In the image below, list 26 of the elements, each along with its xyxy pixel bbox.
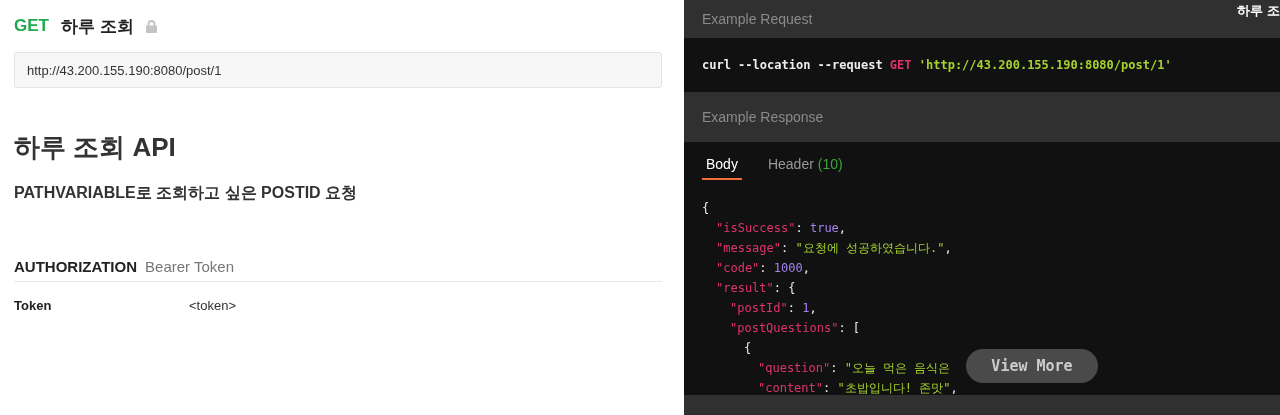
code-line: "code": 1000, — [716, 260, 810, 277]
request-name: 하루 조회 — [60, 15, 134, 38]
section-label: Example Response — [702, 109, 824, 125]
view-more-button[interactable]: View More — [966, 349, 1098, 383]
url-field[interactable]: http://43.200.155.190:8080/post/1 — [14, 52, 662, 88]
doc-subtitle: PATHVARIABLE로 조회하고 싶은 POSTID 요청 — [14, 183, 359, 203]
code-line: "result": { — [716, 280, 796, 297]
doc-title: 하루 조회 API — [14, 131, 177, 164]
code-line: { — [702, 200, 710, 217]
authorization-heading: AUTHORIZATION — [14, 258, 138, 275]
curl-command: curl --location --request GET 'http://43.200.155.190:8080/post/1' — [701, 57, 1173, 74]
side-title: 하루 조 — [1237, 2, 1280, 20]
code-line: "message": "요청에 성공하였습니다.", — [716, 240, 952, 257]
code-line: "question": "오늘 먹은 음식은 — [758, 360, 951, 377]
section-label: Example Request — [702, 11, 813, 27]
code-line: "content": "초밥입니다! 존맛", — [758, 380, 958, 395]
code-line: "postQuestions": [ — [730, 320, 861, 337]
request-method: GET — [14, 16, 49, 36]
auth-type: Bearer Token — [145, 258, 234, 275]
auth-value: <token> — [189, 298, 236, 313]
auth-key: Token — [14, 298, 189, 313]
response-tab[interactable]: Header (10) — [763, 148, 847, 180]
code-line: { — [744, 340, 752, 357]
response-tab[interactable]: Body — [702, 148, 742, 180]
code-line: "postId": 1, — [730, 300, 817, 317]
code-line: "isSuccess": true, — [716, 220, 847, 237]
